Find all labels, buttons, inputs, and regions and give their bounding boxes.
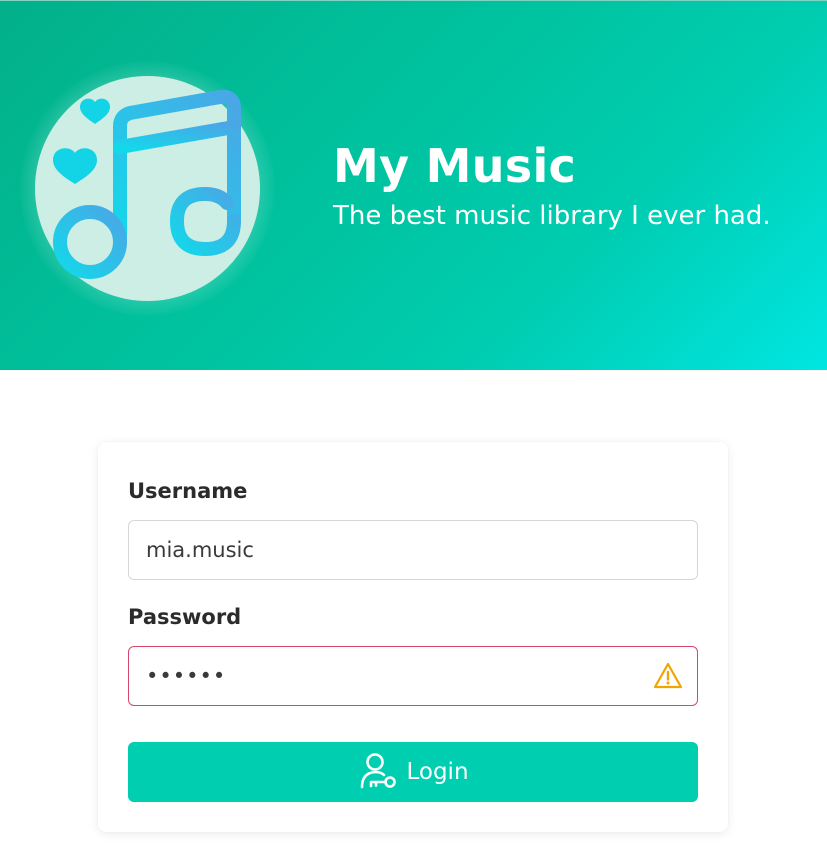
password-input[interactable]	[128, 646, 698, 706]
username-input[interactable]	[128, 520, 698, 580]
app-tagline: The best music library I ever had.	[333, 201, 771, 231]
login-button-label: Login	[406, 759, 469, 785]
login-card: Username Password Login	[98, 442, 728, 832]
username-label: Username	[128, 479, 248, 503]
music-note-hearts-icon	[53, 89, 241, 279]
header-banner: My Music The best music library I ever h…	[0, 0, 827, 370]
user-key-icon	[361, 753, 397, 789]
app-title: My Music	[333, 139, 577, 193]
login-button[interactable]: Login	[128, 742, 698, 802]
warning-triangle-icon	[653, 662, 683, 689]
password-label: Password	[128, 605, 242, 629]
app-logo	[20, 61, 275, 316]
